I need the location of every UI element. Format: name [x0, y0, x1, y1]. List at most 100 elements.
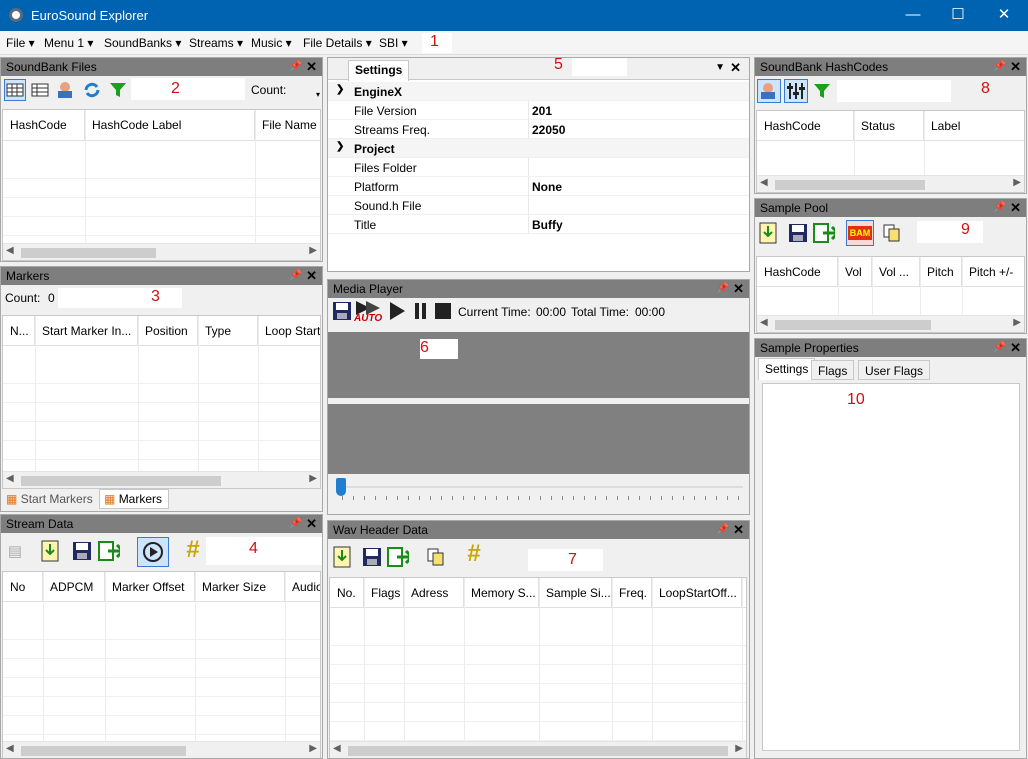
column-header[interactable]: Label	[924, 111, 1024, 140]
import-icon[interactable]	[331, 546, 353, 568]
property-row[interactable]: Streams Freq. 22050	[328, 120, 749, 139]
tab-settings[interactable]: Settings	[758, 358, 816, 380]
menu-menu1[interactable]: Menu 1 ▾	[44, 36, 93, 50]
property-row[interactable]: Title Buffy	[328, 215, 749, 234]
close-icon[interactable]: ✕	[306, 515, 317, 533]
user-search-icon[interactable]	[55, 79, 77, 101]
horizontal-scrollbar[interactable]: ◀ ▶	[330, 741, 746, 758]
close-icon[interactable]: ✕	[1010, 58, 1021, 76]
close-icon[interactable]: ✕	[306, 267, 317, 285]
column-header[interactable]: Marker Size	[195, 572, 285, 601]
pin-icon[interactable]: 📌	[994, 199, 1006, 217]
user-icon[interactable]	[757, 79, 781, 103]
hash-icon[interactable]: #	[182, 536, 204, 563]
close-icon[interactable]: ✕	[730, 60, 741, 76]
bam-icon[interactable]: BAM	[846, 220, 874, 246]
filter-icon[interactable]	[811, 80, 833, 102]
column-header[interactable]: Position	[138, 316, 198, 345]
column-header[interactable]: LoopStartOff...	[652, 578, 742, 607]
overflow-icon[interactable]: ▾	[316, 90, 320, 99]
column-header[interactable]: HashCode	[757, 257, 838, 286]
spectrum-view[interactable]	[328, 404, 749, 474]
menu-sbi[interactable]: SBI ▾	[379, 36, 408, 50]
pin-icon[interactable]: 📌	[290, 58, 302, 76]
grid-view-icon[interactable]	[4, 79, 26, 101]
list-view-icon[interactable]	[29, 79, 51, 101]
menu-streams[interactable]: Streams ▾	[189, 36, 243, 50]
seek-slider[interactable]	[336, 478, 346, 496]
seek-track[interactable]	[338, 486, 743, 488]
loop-play-icon[interactable]	[137, 537, 169, 567]
tab-flags[interactable]: Flags	[811, 360, 855, 380]
close-icon[interactable]: ✕	[306, 58, 317, 76]
copy-icon[interactable]	[425, 546, 447, 568]
waveform-view[interactable]	[328, 332, 749, 398]
column-header[interactable]: HashCode	[3, 110, 85, 140]
close-icon[interactable]: ✕	[733, 280, 744, 298]
column-header[interactable]: No	[3, 572, 43, 601]
save-icon[interactable]	[787, 222, 809, 244]
sliders-icon[interactable]	[784, 79, 808, 103]
export-icon[interactable]	[387, 546, 409, 568]
tab-settings[interactable]: Settings	[348, 60, 410, 81]
pin-icon[interactable]: 📌	[994, 339, 1006, 357]
property-row[interactable]: File Version 201	[328, 101, 749, 120]
menu-music[interactable]: Music ▾	[251, 36, 292, 50]
property-row[interactable]: Platform None	[328, 177, 749, 196]
menu-file-details[interactable]: File Details ▾	[303, 36, 372, 50]
close-icon[interactable]: ✕	[1010, 339, 1021, 357]
column-header[interactable]: Flags	[364, 578, 404, 607]
horizontal-scrollbar[interactable]: ◀ ▶	[757, 175, 1024, 192]
tab-markers[interactable]: ▦ Markers	[99, 489, 170, 509]
close-window-button[interactable]: ✕	[981, 0, 1027, 31]
category-enginex[interactable]: ❯ EngineX	[328, 82, 749, 101]
close-icon[interactable]: ✕	[1010, 199, 1021, 217]
tab-start-markers[interactable]: ▦ Start Markers	[2, 490, 99, 508]
import-icon[interactable]	[757, 222, 779, 244]
column-header[interactable]: No.	[330, 578, 364, 607]
play-icon[interactable]	[386, 300, 408, 322]
pin-icon[interactable]: 📌	[717, 280, 729, 298]
column-header[interactable]: ADPCM	[43, 572, 105, 601]
hash-icon[interactable]: #	[463, 540, 485, 567]
column-header[interactable]: Adress	[404, 578, 464, 607]
horizontal-scrollbar[interactable]: ◀ ▶	[3, 741, 320, 758]
column-header[interactable]: Marker Offset	[105, 572, 195, 601]
horizontal-scrollbar[interactable]: ◀ ▶	[3, 243, 320, 260]
column-header[interactable]: Freq.	[612, 578, 652, 607]
export-icon[interactable]	[813, 222, 835, 244]
column-header[interactable]: Status	[854, 111, 924, 140]
column-header[interactable]: Audio	[285, 572, 320, 601]
stack-icon[interactable]: ▤	[4, 540, 26, 562]
filter-icon[interactable]	[107, 79, 129, 101]
menu-file[interactable]: File ▾	[6, 36, 35, 50]
property-row[interactable]: Sound.h File	[328, 196, 749, 215]
refresh-icon[interactable]	[81, 79, 103, 101]
save-icon[interactable]	[361, 546, 383, 568]
maximize-button[interactable]: ☐	[935, 0, 981, 31]
chevron-down-icon[interactable]: ▼	[715, 62, 725, 73]
column-header[interactable]: N...	[3, 316, 35, 345]
column-header[interactable]: Loop Start	[258, 316, 320, 345]
stop-icon[interactable]	[432, 300, 454, 322]
menu-soundbanks[interactable]: SoundBanks ▾	[104, 36, 181, 50]
category-project[interactable]: ❯ Project	[328, 139, 749, 158]
column-header[interactable]: Start Marker In...	[35, 316, 138, 345]
pin-icon[interactable]: 📌	[717, 521, 729, 539]
column-header[interactable]: HashCode	[757, 111, 854, 140]
column-header[interactable]: Memory S...	[464, 578, 539, 607]
column-header[interactable]: Type	[198, 316, 258, 345]
column-header[interactable]: Pitch +/-	[962, 257, 1024, 286]
horizontal-scrollbar[interactable]: ◀ ▶	[3, 471, 320, 488]
pin-icon[interactable]: 📌	[290, 515, 302, 533]
pin-icon[interactable]: 📌	[290, 267, 302, 285]
column-header[interactable]: HashCode Label	[85, 110, 255, 140]
property-row[interactable]: Files Folder	[328, 158, 749, 177]
pin-icon[interactable]: 📌	[994, 58, 1006, 76]
horizontal-scrollbar[interactable]: ◀ ▶	[757, 315, 1024, 332]
column-header[interactable]: Vol	[838, 257, 872, 286]
column-header[interactable]: File Name	[255, 110, 320, 140]
import-icon[interactable]	[39, 540, 61, 562]
save-icon[interactable]	[71, 540, 93, 562]
auto-play-button[interactable]: AUTO	[354, 300, 382, 324]
